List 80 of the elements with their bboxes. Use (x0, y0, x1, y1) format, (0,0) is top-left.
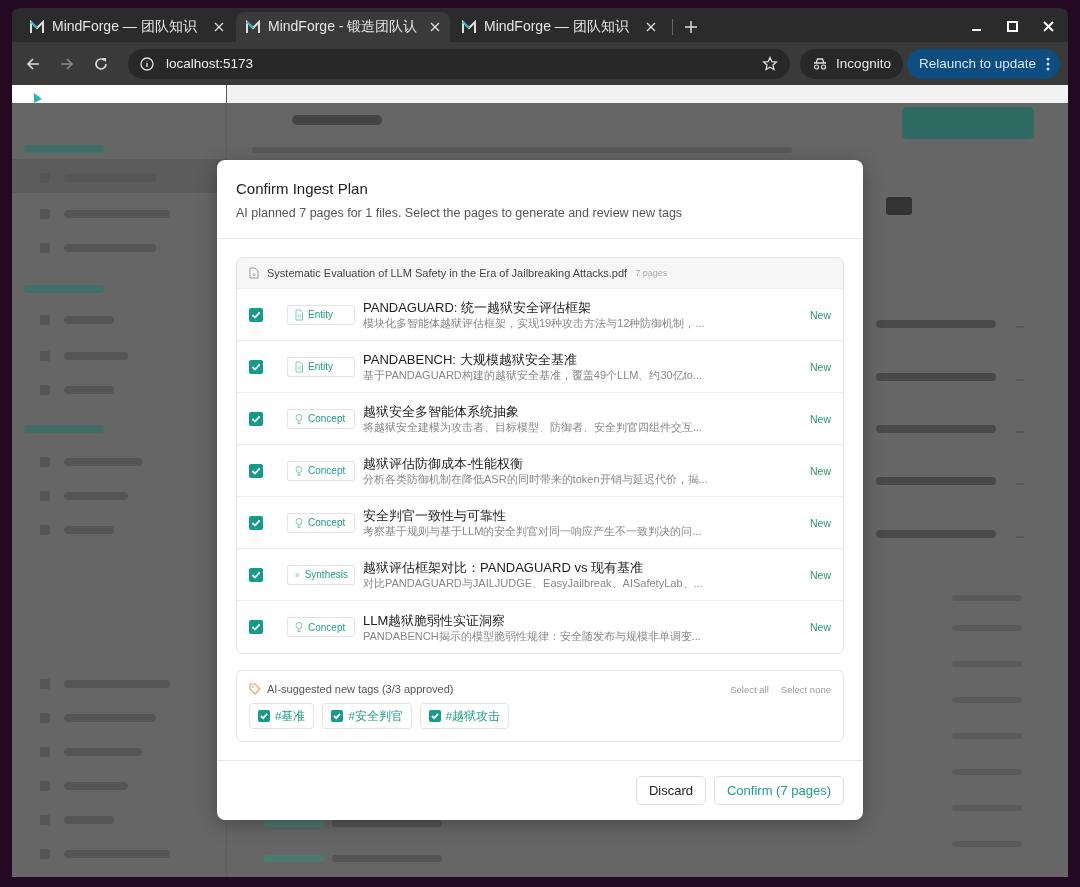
discard-button[interactable]: Discard (635, 776, 706, 805)
lightbulb-icon (294, 412, 304, 425)
tag-chip[interactable]: #安全判官 (322, 703, 412, 729)
logo-icon (30, 20, 44, 34)
status-label: New (810, 308, 831, 321)
document-icon (294, 360, 304, 373)
info-icon[interactable] (140, 56, 154, 71)
page-title: 越狱安全多智能体系统抽象 (363, 403, 520, 420)
checkbox[interactable] (249, 567, 263, 582)
page-title: LLM越狱脆弱性实证洞察 (363, 611, 507, 629)
dialog-title: Confirm Ingest Plan (236, 180, 369, 197)
tag-chip[interactable]: #基准 (249, 703, 315, 729)
browser-tab[interactable]: MindForge - 锻造团队认 (236, 12, 450, 42)
file-icon (249, 267, 259, 279)
address-bar[interactable]: localhost:5173 (128, 48, 791, 79)
type-tag: Concept (287, 512, 355, 533)
status-label: New (810, 360, 831, 373)
lightbulb-icon (294, 621, 304, 633)
page-title: 越狱评估框架对比：PANDAGUARD vs 现有基准 (363, 559, 644, 576)
checkbox[interactable] (249, 359, 263, 374)
file-name: Systematic Evaluation of LLM Safety in the Era of Jailbreaking Attacks.pdf (267, 267, 628, 279)
close-icon[interactable] (214, 22, 224, 32)
checkbox[interactable] (249, 620, 263, 634)
lightbulb-icon (294, 464, 304, 477)
logo-icon (34, 93, 42, 103)
type-tag: Entity (287, 356, 355, 377)
incognito-indicator[interactable]: Incognito (800, 48, 903, 79)
page-summary: PANDABENCH揭示的模型脆弱性规律：安全随发布与规模非单调变... (363, 628, 702, 643)
status-label: New (810, 568, 831, 581)
browser-tab[interactable]: MindForge — 团队知识 (20, 12, 234, 42)
page-title: PANDABENCH: 大规模越狱安全基准 (363, 351, 578, 368)
close-icon[interactable] (646, 22, 656, 32)
more-icon[interactable] (1046, 56, 1050, 71)
type-tag: Concept (287, 460, 355, 481)
dialog-subtitle: AI planned 7 pages for 1 files. Select the pages to generate and review new tags (236, 206, 684, 220)
page-summary: 分析各类防御机制在降低ASR的同时带来的token开销与延迟代价，揭... (363, 472, 709, 486)
checkbox[interactable] (249, 463, 263, 478)
logo-icon (462, 20, 476, 34)
checkbox[interactable] (258, 710, 270, 722)
lightbulb-icon (294, 516, 304, 529)
tag-chip[interactable]: #越狱攻击 (419, 703, 510, 729)
page-title: 越狱评估防御成本-性能权衡 (363, 455, 525, 472)
logo-icon (246, 20, 260, 34)
page-title: 安全判官一致性与可靠性 (363, 507, 507, 524)
type-tag: Concept (287, 617, 355, 637)
close-icon[interactable] (430, 22, 440, 32)
page-title: PANDAGUARD: 统一越狱安全评估框架 (363, 299, 592, 316)
page-summary: 基于PANDAGUARD构建的越狱安全基准，覆盖49个LLM、约30亿to... (363, 368, 704, 382)
page-summary: 将越狱安全建模为攻击者、目标模型、防御者、安全判官四组件交互... (363, 420, 704, 434)
checkbox[interactable] (249, 307, 263, 322)
status-label: New (810, 516, 831, 529)
type-tag: Synthesis (287, 564, 355, 585)
status-label: New (810, 464, 831, 477)
page-summary: 模块化多智能体越狱评估框架，实现19种攻击方法与12种防御机制，... (363, 316, 706, 330)
page-summary: 考察基于规则与基于LLM的安全判官对同一响应产生不一致判决的问... (363, 524, 703, 538)
status-label: New (810, 621, 831, 633)
checkbox[interactable] (249, 411, 263, 426)
new-tab-icon[interactable] (685, 21, 697, 33)
browser-tab[interactable]: MindForge — 团队知识 (452, 12, 666, 42)
back-icon[interactable] (26, 56, 40, 71)
checkbox[interactable] (331, 710, 344, 722)
checkbox[interactable] (428, 710, 441, 722)
confirm-button[interactable]: Confirm (7 pages) (713, 776, 844, 805)
page-count: 7 pages (635, 268, 668, 278)
star-icon[interactable] (762, 55, 779, 72)
url-text: localhost:5173 (166, 56, 254, 71)
status-label: New (810, 412, 831, 425)
incognito-icon (812, 57, 829, 70)
maximize-icon[interactable] (1007, 21, 1018, 32)
blurred-stat (886, 197, 912, 215)
document-icon (294, 308, 304, 321)
tag-icon (249, 683, 261, 695)
page-summary: 对比PANDAGUARD与JAILJUDGE、EasyJailbreak、AISafetyLab、... (363, 576, 704, 590)
reload-icon[interactable] (94, 56, 108, 71)
relaunch-button[interactable]: Relaunch to update (906, 48, 1060, 79)
forward-icon[interactable] (60, 56, 74, 71)
type-tag: Concept (287, 408, 355, 429)
checkbox[interactable] (249, 515, 263, 530)
type-tag: Entity (287, 304, 355, 325)
tags-heading: AI-suggested new tags (3/3 approved) (267, 683, 454, 695)
